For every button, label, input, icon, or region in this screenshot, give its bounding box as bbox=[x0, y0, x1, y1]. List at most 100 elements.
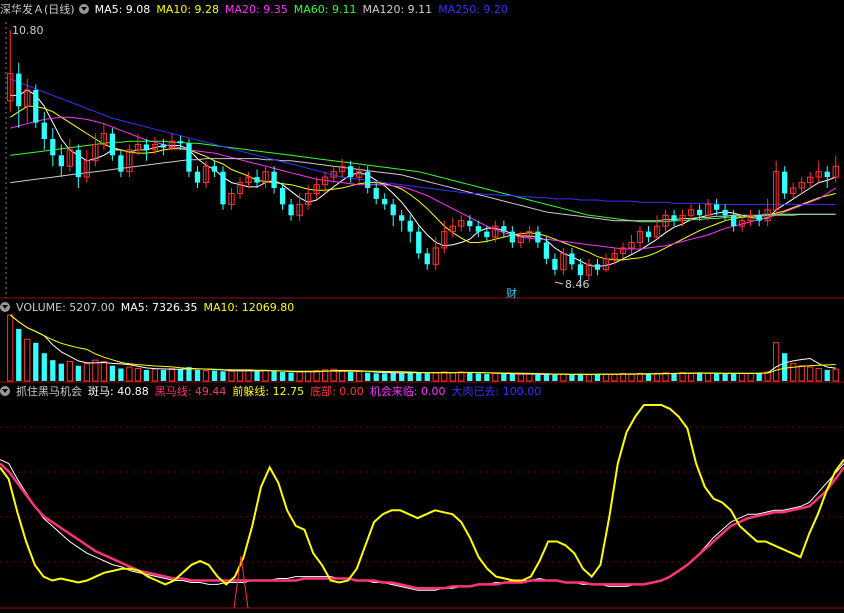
volume-bar bbox=[815, 367, 822, 382]
candle-body bbox=[730, 215, 737, 227]
volume-bar bbox=[730, 373, 737, 381]
volume-panel-header: VOLUME: 5207.00 MA5: 7326.35 MA10: 12069.8… bbox=[0, 301, 306, 315]
dropdown-circle-icon[interactable] bbox=[0, 302, 10, 312]
candle-body bbox=[543, 242, 550, 259]
volume-bar bbox=[449, 372, 456, 382]
ma-label-2: MA20: 9.35 bbox=[225, 3, 288, 16]
volume-bar bbox=[526, 373, 533, 382]
volume-bar bbox=[365, 372, 371, 381]
price-panel-header: 深华发Ａ(日线) MA5: 9.08 MA10: 9.28 MA20: 9.35 MA6… bbox=[0, 3, 520, 17]
volume-bar bbox=[33, 342, 39, 381]
candle-body bbox=[501, 226, 507, 232]
volume-bar bbox=[458, 371, 465, 382]
volume-bar bbox=[304, 370, 312, 382]
volume-bar bbox=[738, 372, 746, 382]
volume-bar bbox=[467, 372, 473, 381]
volume-labels: VOLUME: 5207.00 MA5: 7326.35 MA10: 12069.8… bbox=[16, 301, 300, 314]
volume-bar bbox=[492, 372, 499, 382]
candle-body bbox=[160, 144, 167, 148]
candle-body bbox=[41, 122, 47, 139]
volume-bar bbox=[134, 367, 142, 382]
volume-bar bbox=[279, 371, 286, 381]
dropdown-circle-icon[interactable] bbox=[0, 386, 10, 396]
volume-bar bbox=[382, 373, 388, 381]
ma-label-0: MA5: 9.08 bbox=[94, 3, 151, 16]
volume-bar bbox=[202, 370, 210, 382]
candle-body bbox=[288, 204, 294, 216]
volume-bar bbox=[143, 369, 150, 381]
volume-bar bbox=[782, 353, 788, 381]
volume-bar bbox=[560, 373, 567, 382]
volume-bar bbox=[407, 371, 413, 381]
volume-bar bbox=[348, 371, 354, 381]
ma-line-ma5 bbox=[10, 89, 836, 268]
volume-bar bbox=[245, 369, 252, 382]
volume-bar bbox=[194, 369, 201, 381]
candle-body bbox=[569, 253, 575, 265]
indicator-panel-header: 抓住黑马机会 斑马: 40.88 黑马线: 49.44 前躲线: 12.75 底部: 0… bbox=[0, 385, 553, 399]
volume-bar bbox=[390, 372, 396, 381]
candle-body bbox=[671, 215, 677, 221]
candle-body bbox=[271, 171, 277, 189]
volume-bar bbox=[798, 365, 805, 382]
volume-bar bbox=[24, 338, 31, 382]
candle-body bbox=[696, 209, 703, 216]
volume-bar bbox=[66, 361, 73, 382]
volume-bar bbox=[611, 373, 618, 382]
ma-label-4: MA120: 9.11 bbox=[362, 3, 433, 16]
volume-bar bbox=[177, 369, 184, 381]
volume-bar bbox=[594, 374, 601, 381]
volume-bar bbox=[569, 374, 575, 381]
indicator-label-2: 前躲线: 12.75 bbox=[232, 385, 305, 398]
candle-body bbox=[16, 73, 22, 107]
candle-body bbox=[509, 231, 515, 243]
volume-bar bbox=[220, 371, 226, 381]
volume-bar bbox=[41, 353, 47, 381]
volume-bar bbox=[653, 372, 661, 382]
volume-bar bbox=[509, 374, 515, 381]
candle-body bbox=[58, 155, 64, 167]
volume-bar bbox=[432, 372, 439, 382]
candle-body bbox=[782, 171, 788, 194]
volume-ma-line-5 bbox=[9, 314, 836, 376]
volume-bar bbox=[168, 367, 176, 382]
volume-label-2: MA10: 12069.80 bbox=[203, 301, 295, 314]
indicator-label-5: 大肉已去: 100.00 bbox=[451, 385, 542, 398]
candle-body bbox=[177, 141, 184, 144]
volume-bar bbox=[704, 372, 712, 382]
candle-body bbox=[475, 226, 481, 232]
volume-bar bbox=[832, 368, 839, 382]
candle-body bbox=[348, 166, 354, 178]
volume-bar bbox=[228, 370, 235, 382]
volume-bar bbox=[475, 373, 481, 381]
volume-bar bbox=[713, 373, 720, 381]
volume-bar bbox=[83, 363, 90, 382]
candle-body bbox=[756, 215, 762, 221]
candle-body bbox=[535, 231, 541, 243]
zebra-line bbox=[0, 459, 844, 591]
volume-bar bbox=[75, 365, 81, 381]
candle-body bbox=[118, 155, 124, 172]
indicator-label-1: 黑马线: 49.44 bbox=[154, 385, 227, 398]
volume-bar bbox=[399, 372, 405, 381]
candle-body bbox=[645, 231, 652, 238]
indicator-name: 抓住黑马机会 bbox=[16, 385, 82, 398]
volume-bar bbox=[356, 370, 363, 382]
candle-body bbox=[75, 149, 81, 178]
volume-bar bbox=[211, 370, 218, 381]
indicator-label-0: 斑马: 40.88 bbox=[88, 385, 149, 398]
volume-bar bbox=[484, 374, 490, 381]
candle-body bbox=[467, 220, 473, 227]
dropdown-circle-icon[interactable] bbox=[78, 4, 89, 14]
ma-label-1: MA10: 9.28 bbox=[156, 3, 220, 16]
volume-bar bbox=[100, 361, 108, 382]
candle-body bbox=[424, 253, 430, 265]
volume-bar bbox=[441, 371, 448, 382]
volume-bar bbox=[628, 373, 635, 382]
candle-body bbox=[722, 209, 728, 216]
volume-bar bbox=[271, 371, 277, 381]
volume-bar bbox=[517, 373, 525, 382]
volume-bar bbox=[696, 372, 703, 381]
front-hide-line bbox=[0, 404, 844, 586]
indicator-labels: 斑马: 40.88 黑马线: 49.44 前躲线: 12.75 底部: 0.00 机会来… bbox=[88, 385, 547, 398]
